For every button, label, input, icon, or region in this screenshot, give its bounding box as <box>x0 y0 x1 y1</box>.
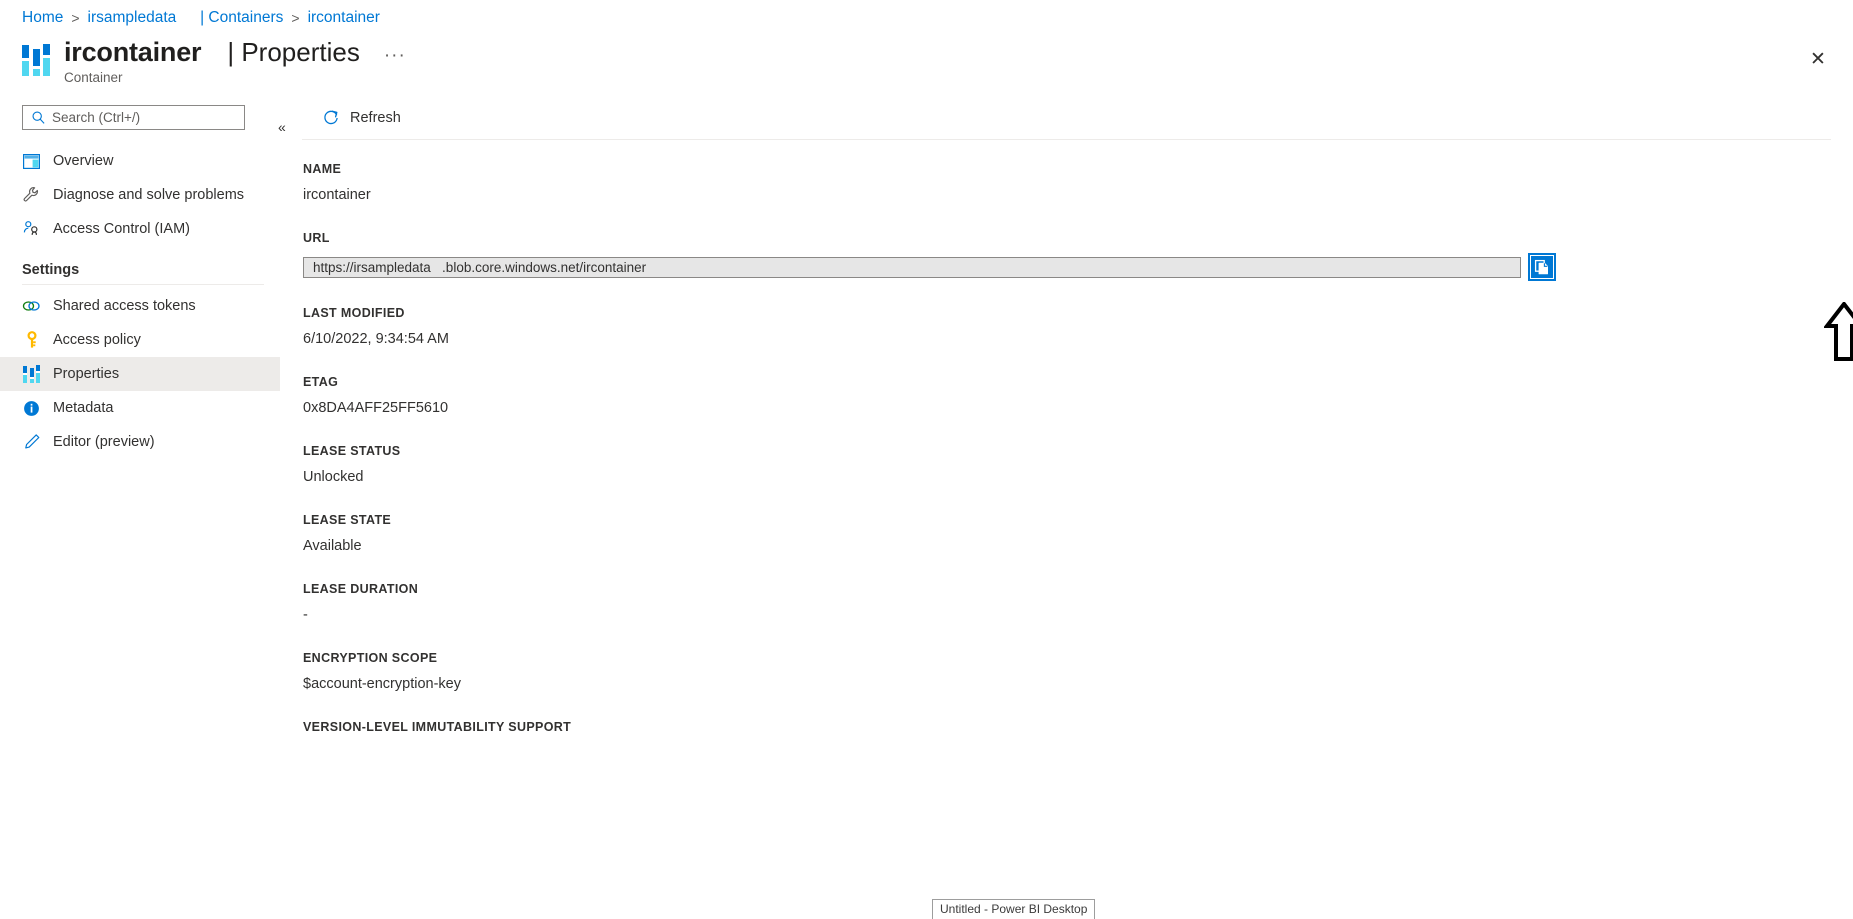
search-placeholder: Search (Ctrl+/) <box>52 110 141 125</box>
overview-icon <box>22 152 41 171</box>
property-lease-status: LEASE STATUS Unlocked <box>303 444 1853 485</box>
property-url: URL https://irsampledata .blob.core.wind… <box>303 231 1853 281</box>
refresh-icon <box>324 110 338 124</box>
sidebar-item-label: Overview <box>53 153 114 169</box>
sidebar-item-label: Editor (preview) <box>53 434 155 450</box>
sidebar-item-editor-preview[interactable]: Editor (preview) <box>0 425 280 459</box>
key-icon <box>22 331 41 350</box>
property-value: 0x8DA4AFF25FF5610 <box>303 400 449 416</box>
property-name: NAME ircontainer <box>303 162 1853 203</box>
property-value: Available <box>303 538 362 554</box>
search-icon <box>32 111 45 124</box>
close-button[interactable]: ✕ <box>1801 42 1835 76</box>
breadcrumb-separator-2: > <box>291 10 300 26</box>
property-label: LEASE DURATION <box>303 582 419 596</box>
url-input[interactable]: https://irsampledata .blob.core.windows.… <box>303 256 1521 278</box>
property-label: LAST MODIFIED <box>303 306 405 320</box>
command-toolbar: Refresh <box>302 96 1853 139</box>
person-key-icon <box>22 220 41 239</box>
azure-portal-container-properties-page: Home > irsampledata | Containers > ircon… <box>0 0 1853 919</box>
property-label: LEASE STATE <box>303 513 392 527</box>
copy-to-clipboard-button[interactable] <box>1528 253 1556 281</box>
more-options-button[interactable]: ··· <box>384 46 406 66</box>
property-label: VERSION-LEVEL IMMUTABILITY SUPPORT <box>303 720 572 734</box>
url-row: https://irsampledata .blob.core.windows.… <box>303 253 1853 281</box>
page-title: ircontainer <box>64 37 202 67</box>
sidebar-item-overview[interactable]: Overview <box>0 144 280 178</box>
property-lease-duration: LEASE DURATION - <box>303 582 1853 623</box>
property-value: Unlocked <box>303 469 364 485</box>
sidebar-item-properties[interactable]: Properties <box>0 357 280 391</box>
breadcrumb-item-home[interactable]: Home <box>22 8 63 28</box>
sidebar-divider <box>22 284 264 285</box>
property-label: ETAG <box>303 375 339 389</box>
property-label: LEASE STATUS <box>303 444 401 458</box>
property-value: ircontainer <box>303 187 371 203</box>
breadcrumb-item-ircontainer[interactable]: ircontainer <box>308 8 380 28</box>
link-chain-icon <box>22 297 41 316</box>
properties-list: NAME ircontainer URL https://irsampledat… <box>302 140 1853 734</box>
property-version-level-immutability-support: VERSION-LEVEL IMMUTABILITY SUPPORT <box>303 720 1853 734</box>
sidebar-item-shared-access-tokens[interactable]: Shared access tokens <box>0 289 280 323</box>
property-last-modified: LAST MODIFIED 6/10/2022, 9:34:54 AM <box>303 306 1853 347</box>
sidebar-item-metadata[interactable]: Metadata <box>0 391 280 425</box>
main-content: Refresh NAME ircontainer URL https://irs… <box>302 96 1853 919</box>
pencil-icon <box>22 433 41 452</box>
property-value: - <box>303 607 308 623</box>
sidebar-search-wrap: Search (Ctrl+/) « <box>22 105 286 135</box>
sidebar-item-label: Properties <box>53 366 120 382</box>
property-etag: ETAG 0x8DA4AFF25FF5610 <box>303 375 1853 416</box>
taskbar-tooltip: Untitled - Power BI Desktop <box>932 899 1096 919</box>
collapse-sidebar-button[interactable]: « <box>278 115 286 139</box>
info-icon <box>22 399 41 418</box>
sidebar-item-label: Shared access tokens <box>53 298 196 314</box>
breadcrumb-spacer <box>176 8 200 28</box>
wrench-icon <box>22 186 41 205</box>
breadcrumb-separator: > <box>71 10 80 26</box>
breadcrumb-item-containers[interactable]: | Containers <box>200 8 283 28</box>
property-value: 6/10/2022, 9:34:54 AM <box>303 331 449 347</box>
sidebar-item-label: Access Control (IAM) <box>53 221 190 237</box>
sidebar-item-label: Access policy <box>53 332 141 348</box>
sidebar: Search (Ctrl+/) « Overview Diagnose and … <box>0 96 286 919</box>
breadcrumb-item-irsampledata[interactable]: irsampledata <box>88 8 177 28</box>
property-label: ENCRYPTION SCOPE <box>303 651 438 665</box>
container-icon <box>22 365 41 384</box>
page-subtitle: Container <box>64 70 123 85</box>
sidebar-nav-list: Overview Diagnose and solve problems Acc… <box>0 144 280 459</box>
refresh-button[interactable]: Refresh <box>314 105 409 131</box>
container-icon <box>22 42 50 76</box>
breadcrumb: Home > irsampledata | Containers > ircon… <box>22 8 380 28</box>
property-lease-state: LEASE STATE Available <box>303 513 1853 554</box>
sidebar-group-title-settings: Settings <box>22 262 80 278</box>
page-section-title: | Properties <box>227 37 360 67</box>
refresh-button-label: Refresh <box>350 109 401 126</box>
sidebar-item-label: Diagnose and solve problems <box>53 187 245 203</box>
sidebar-item-diagnose-and-solve-problems[interactable]: Diagnose and solve problems <box>0 178 280 212</box>
property-encryption-scope: ENCRYPTION SCOPE $account-encryption-key <box>303 651 1853 692</box>
property-label: URL <box>303 231 330 245</box>
copy-icon <box>1534 259 1548 275</box>
property-label: NAME <box>303 162 342 176</box>
search-input[interactable]: Search (Ctrl+/) <box>22 105 245 130</box>
sidebar-item-label: Metadata <box>53 400 114 416</box>
property-value: $account-encryption-key <box>303 676 461 692</box>
sidebar-item-access-policy[interactable]: Access policy <box>0 323 280 357</box>
sidebar-item-access-control-iam[interactable]: Access Control (IAM) <box>0 212 280 246</box>
